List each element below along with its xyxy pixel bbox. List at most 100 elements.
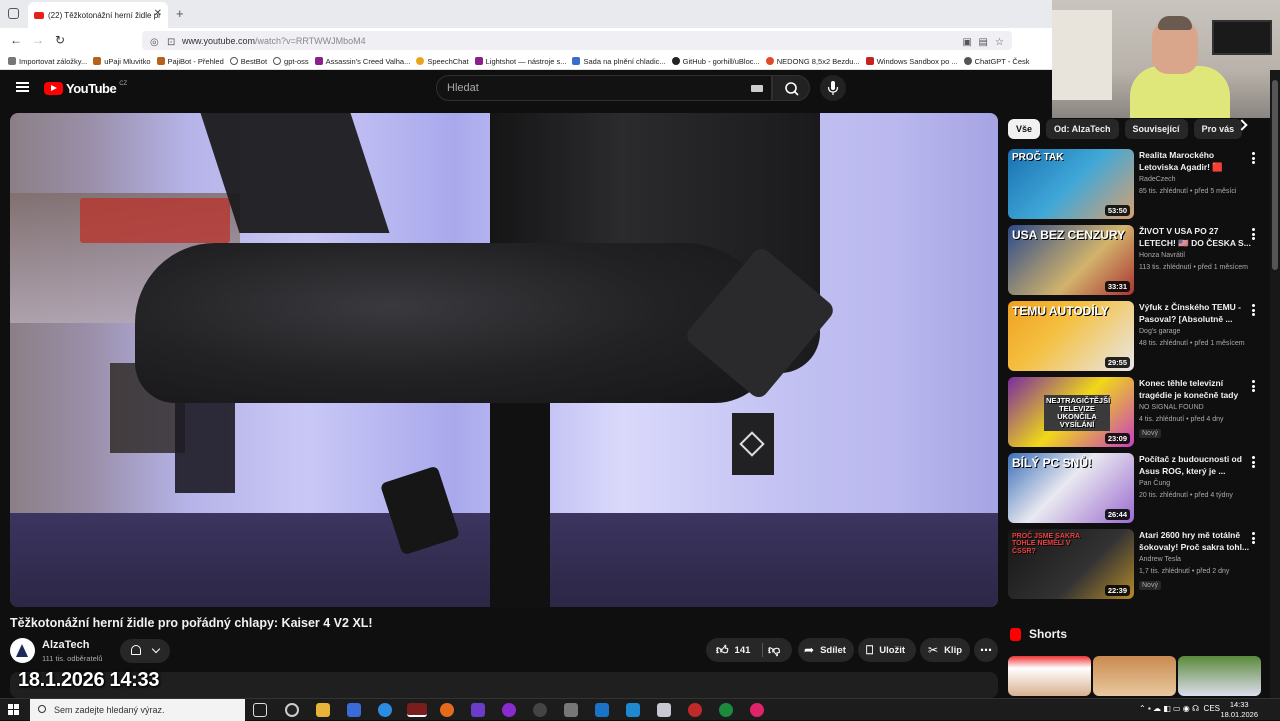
system-tray[interactable]: ⌃ ▪ ☁ ◧ ▭ ◉ ☊ CES [1139, 704, 1220, 713]
reload-icon[interactable]: ↻ [55, 33, 65, 47]
bookmark-item[interactable]: Importovat záložky... [8, 57, 87, 66]
edge-icon[interactable] [378, 703, 392, 717]
search-button[interactable] [772, 75, 810, 101]
recommended-channel[interactable]: RadeCzech [1139, 176, 1176, 183]
bookmark-item[interactable]: PajiBot - Přehled [156, 57, 224, 66]
recommended-channel[interactable]: Dog's garage [1139, 328, 1180, 335]
app-icon[interactable] [533, 703, 547, 717]
recommended-title[interactable]: Atari 2600 hry mě totálně šokovaly! Proč… [1139, 529, 1251, 554]
taskbar-search-input[interactable]: Sem zadejte hledaný výraz. [30, 699, 245, 721]
more-actions-button[interactable]: ⋯ [974, 638, 998, 662]
video-thumbnail[interactable]: BÍLÝ PC SNŮ! 26:44 [1008, 453, 1134, 523]
window-menu-icon[interactable] [8, 8, 19, 19]
forward-icon[interactable]: → [32, 33, 44, 47]
like-icon[interactable]: 👍︎ [716, 643, 729, 658]
bookmark-item[interactable]: Lightshot — nástroje s... [474, 57, 566, 66]
taskbar-clock[interactable]: 14:33 18.01.2026 [1220, 700, 1258, 720]
bookmark-item[interactable]: Assassin's Creed Valha... [314, 57, 410, 66]
video-thumbnail[interactable]: PROČ TAK 53:50 [1008, 149, 1134, 219]
video-player[interactable] [10, 113, 998, 607]
chip-from-channel[interactable]: Od: AlzaTech [1046, 119, 1119, 139]
bookmark-item[interactable]: NEDONG 8,5x2 Bezdu... [765, 57, 860, 66]
channel-avatar[interactable] [10, 638, 35, 663]
recommended-title[interactable]: Realita Marockého Letoviska Agadir! 🟥 [1139, 149, 1251, 174]
opera-icon[interactable] [407, 703, 427, 717]
recommended-video[interactable]: PROČ TAK 53:50 Realita Marockého Letovis… [1008, 149, 1260, 219]
recommended-channel[interactable]: Honza Navrátil [1139, 252, 1185, 259]
more-vertical-icon[interactable] [1252, 228, 1255, 240]
short-thumbnail[interactable] [1178, 656, 1261, 696]
recommended-channel[interactable]: Pan Čung [1139, 480, 1170, 487]
short-thumbnail[interactable] [1093, 656, 1176, 696]
store-icon[interactable] [347, 703, 361, 717]
app-icon[interactable] [719, 703, 733, 717]
lock-icon[interactable]: ⊡ [167, 37, 175, 48]
language-indicator[interactable]: CES [1204, 704, 1220, 713]
youtube-logo[interactable]: YouTube CZ [44, 81, 127, 96]
more-vertical-icon[interactable] [1252, 304, 1255, 316]
address-bar[interactable]: ◎ ⊡ www.youtube.com/watch?v=RRTWWJMboM4 … [142, 31, 1012, 50]
firefox-icon[interactable] [440, 703, 454, 717]
video-thumbnail[interactable]: USA BEZ CENZURY 33:31 [1008, 225, 1134, 295]
browser-tab[interactable]: (22) Těžkotonážní herní židle pr ✕ [28, 2, 168, 28]
task-view-icon[interactable] [253, 703, 267, 717]
dislike-icon[interactable]: 👎︎ [768, 643, 780, 658]
bookmark-item[interactable]: uPaji Mluvitko [93, 57, 151, 66]
chip-all[interactable]: Vše [1008, 119, 1041, 139]
bookmark-item[interactable]: ChatGPT - Česk [963, 57, 1030, 66]
app-icon[interactable] [657, 703, 671, 717]
app-icon[interactable] [564, 703, 578, 717]
recommended-video[interactable]: PROČ JSME SAKRA TOHLE NEMĚLI V ČSSR? 22:… [1008, 529, 1260, 599]
file-explorer-icon[interactable] [316, 703, 330, 717]
recommended-channel[interactable]: Andrew Tesla [1139, 556, 1181, 563]
clip-button[interactable]: ✂ Klip [920, 638, 970, 662]
bookmark-item[interactable]: Sada na plnění chladic... [572, 57, 666, 66]
bookmark-item[interactable]: BestBot [229, 57, 267, 66]
hamburger-menu-icon[interactable] [16, 82, 29, 92]
recommended-video[interactable]: TEMU AUTODÍLY 29:55 Výfuk z Čínského TEM… [1008, 301, 1260, 371]
recommended-title[interactable]: Konec těhle televizní tragédie je konečn… [1139, 377, 1251, 402]
like-count[interactable]: 141 [735, 645, 751, 656]
app-icon[interactable] [285, 703, 299, 717]
app-icon[interactable] [502, 703, 516, 717]
notifications-button[interactable] [120, 639, 170, 663]
bookmark-star-icon[interactable]: ☆ [995, 37, 1004, 48]
scrollbar-thumb[interactable] [1272, 80, 1278, 270]
more-vertical-icon[interactable] [1252, 152, 1255, 164]
screenshot-icon[interactable]: ▣ [963, 37, 972, 48]
app-icon[interactable] [626, 703, 640, 717]
new-tab-icon[interactable]: + [176, 6, 184, 21]
keyboard-icon[interactable] [751, 85, 763, 92]
video-thumbnail[interactable]: PROČ JSME SAKRA TOHLE NEMĚLI V ČSSR? 22:… [1008, 529, 1134, 599]
recommended-video[interactable]: NEJTRAGIČTĚJŠÍ TELEVIZE UKONČILA VYSÍLÁN… [1008, 377, 1260, 447]
page-scrollbar[interactable] [1270, 70, 1280, 698]
bookmark-item[interactable]: SpeechChat [416, 57, 469, 66]
recommended-channel[interactable]: NO SIGNAL FOUND [1139, 404, 1204, 411]
close-tab-icon[interactable]: ✕ [154, 8, 162, 19]
voice-search-button[interactable] [820, 75, 846, 101]
app-icon[interactable] [471, 703, 485, 717]
chip-related[interactable]: Související [1124, 119, 1188, 139]
recommended-title[interactable]: Výfuk z Čínského TEMU - Pasoval? [Absolu… [1139, 301, 1251, 326]
recommended-video[interactable]: USA BEZ CENZURY 33:31 ŽIVOT V USA PO 27 … [1008, 225, 1260, 295]
save-button[interactable]: ⎕ Uložit [858, 638, 916, 662]
more-vertical-icon[interactable] [1252, 532, 1255, 544]
channel-name[interactable]: AlzaTech [42, 639, 89, 651]
app-icon[interactable] [688, 703, 702, 717]
search-input[interactable]: Hledat [436, 75, 772, 101]
bookmark-item[interactable]: gpt-oss [273, 57, 309, 66]
app-icon[interactable] [750, 703, 764, 717]
bookmark-item[interactable]: GitHub - gorhill/uBloc... [671, 57, 760, 66]
recommended-title[interactable]: ŽIVOT V USA PO 27 LETECH! 🇺🇸 DO ČESKA S.… [1139, 225, 1251, 250]
reader-icon[interactable]: ▤ [979, 37, 988, 48]
back-icon[interactable]: ← [10, 33, 22, 47]
shield-icon[interactable]: ◎ [150, 37, 159, 48]
bookmark-item[interactable]: Windows Sandbox po ... [865, 57, 958, 66]
windows-start-icon[interactable] [8, 704, 19, 715]
short-thumbnail[interactable] [1008, 656, 1091, 696]
video-thumbnail[interactable]: NEJTRAGIČTĚJŠÍ TELEVIZE UKONČILA VYSÍLÁN… [1008, 377, 1134, 447]
more-vertical-icon[interactable] [1252, 380, 1255, 392]
recommended-video[interactable]: BÍLÝ PC SNŮ! 26:44 Počítač z budoucnosti… [1008, 453, 1260, 523]
video-thumbnail[interactable]: TEMU AUTODÍLY 29:55 [1008, 301, 1134, 371]
share-button[interactable]: ➦ Sdílet [798, 638, 854, 662]
